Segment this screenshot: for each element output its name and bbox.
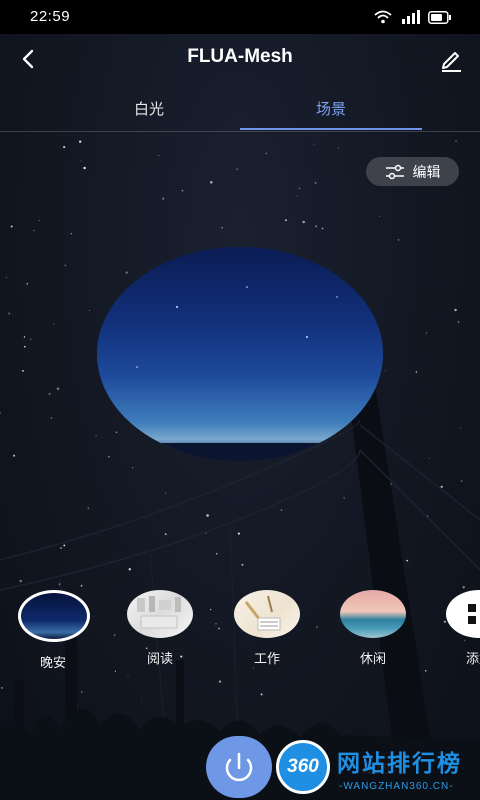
scene-label: 阅读 <box>146 652 173 667</box>
star <box>181 189 184 192</box>
rename-button[interactable] <box>436 44 466 74</box>
header-bar: FLUA-Mesh <box>0 34 480 84</box>
watermark-text: 网站排行榜 <box>337 751 462 777</box>
star <box>8 312 11 315</box>
wifi-icon <box>374 10 392 24</box>
star <box>79 140 82 143</box>
scene-label: 休闲 <box>359 652 386 667</box>
battery-icon <box>428 10 451 24</box>
star <box>315 225 318 228</box>
grid-icon <box>468 604 476 624</box>
signal-icon <box>402 10 420 24</box>
watermark-url: -WANGZHAN360.CN- <box>339 781 454 792</box>
scene-item-reading[interactable]: 阅读 <box>125 590 195 667</box>
star <box>397 239 400 241</box>
star <box>162 197 165 200</box>
star <box>63 146 66 149</box>
star <box>88 309 90 311</box>
star <box>33 229 35 231</box>
star <box>321 227 324 230</box>
star <box>80 160 82 162</box>
star <box>10 225 13 228</box>
tab-bar: 白光 场景 <box>0 84 480 132</box>
bottom-bar: 定时 360 网站排行榜 -WANGZHAN360.CN- <box>0 728 480 800</box>
star <box>378 215 381 218</box>
star <box>53 323 55 325</box>
star <box>337 147 339 149</box>
star <box>454 308 457 312</box>
preview-stars <box>136 286 338 368</box>
star <box>236 168 238 170</box>
star <box>64 264 67 267</box>
scene-item-leisure[interactable]: 休闲 <box>338 590 408 667</box>
scene-label: 工作 <box>253 652 280 667</box>
sliders-icon <box>385 164 404 179</box>
scene-item-work[interactable]: 工作 <box>232 590 302 667</box>
star <box>221 226 223 229</box>
star <box>265 152 267 155</box>
star <box>70 233 72 235</box>
star <box>210 181 213 184</box>
watermark-badge: 360 <box>276 740 330 794</box>
star <box>457 321 460 323</box>
star <box>26 282 29 285</box>
page-title: FLUA-Mesh <box>187 46 293 67</box>
edit-scenes-button[interactable]: 编辑 <box>366 157 459 186</box>
star <box>284 219 287 222</box>
scene-label: 晚安 <box>39 656 66 671</box>
star <box>83 166 86 170</box>
scene-thumb-leisure <box>340 590 406 638</box>
power-icon <box>225 752 253 782</box>
tab-indicator <box>240 128 422 130</box>
scene-item-goodnight[interactable]: 晚安 <box>18 590 90 671</box>
app-screen: 22:59 FLUA-Mesh 白光 场景 编辑 晚安 阅读 工作 休闲 添 定… <box>0 0 480 800</box>
star <box>298 187 301 190</box>
tab-white-light[interactable]: 白光 <box>89 98 209 119</box>
power-button[interactable] <box>206 736 272 798</box>
scene-thumb-reading <box>127 590 193 638</box>
scene-label: 添加 <box>465 652 480 667</box>
scene-thumb-goodnight <box>18 590 90 642</box>
star <box>302 220 305 224</box>
star <box>455 140 457 142</box>
status-time: 22:59 <box>30 8 71 25</box>
star <box>296 195 298 197</box>
tab-scene[interactable]: 场景 <box>271 98 391 119</box>
star <box>38 220 40 222</box>
preview-horizon <box>97 443 383 461</box>
star <box>314 182 317 184</box>
scene-preview-image <box>97 247 383 461</box>
edit-chip-label: 编辑 <box>412 164 441 181</box>
star <box>313 143 315 145</box>
scene-item-add[interactable]: 添加 <box>444 590 480 667</box>
star <box>158 154 160 156</box>
star <box>5 276 8 278</box>
pencil-icon <box>442 52 461 72</box>
scene-thumb-work <box>234 590 300 638</box>
status-bar: 22:59 <box>0 0 480 34</box>
scene-thumb-add <box>446 590 480 638</box>
